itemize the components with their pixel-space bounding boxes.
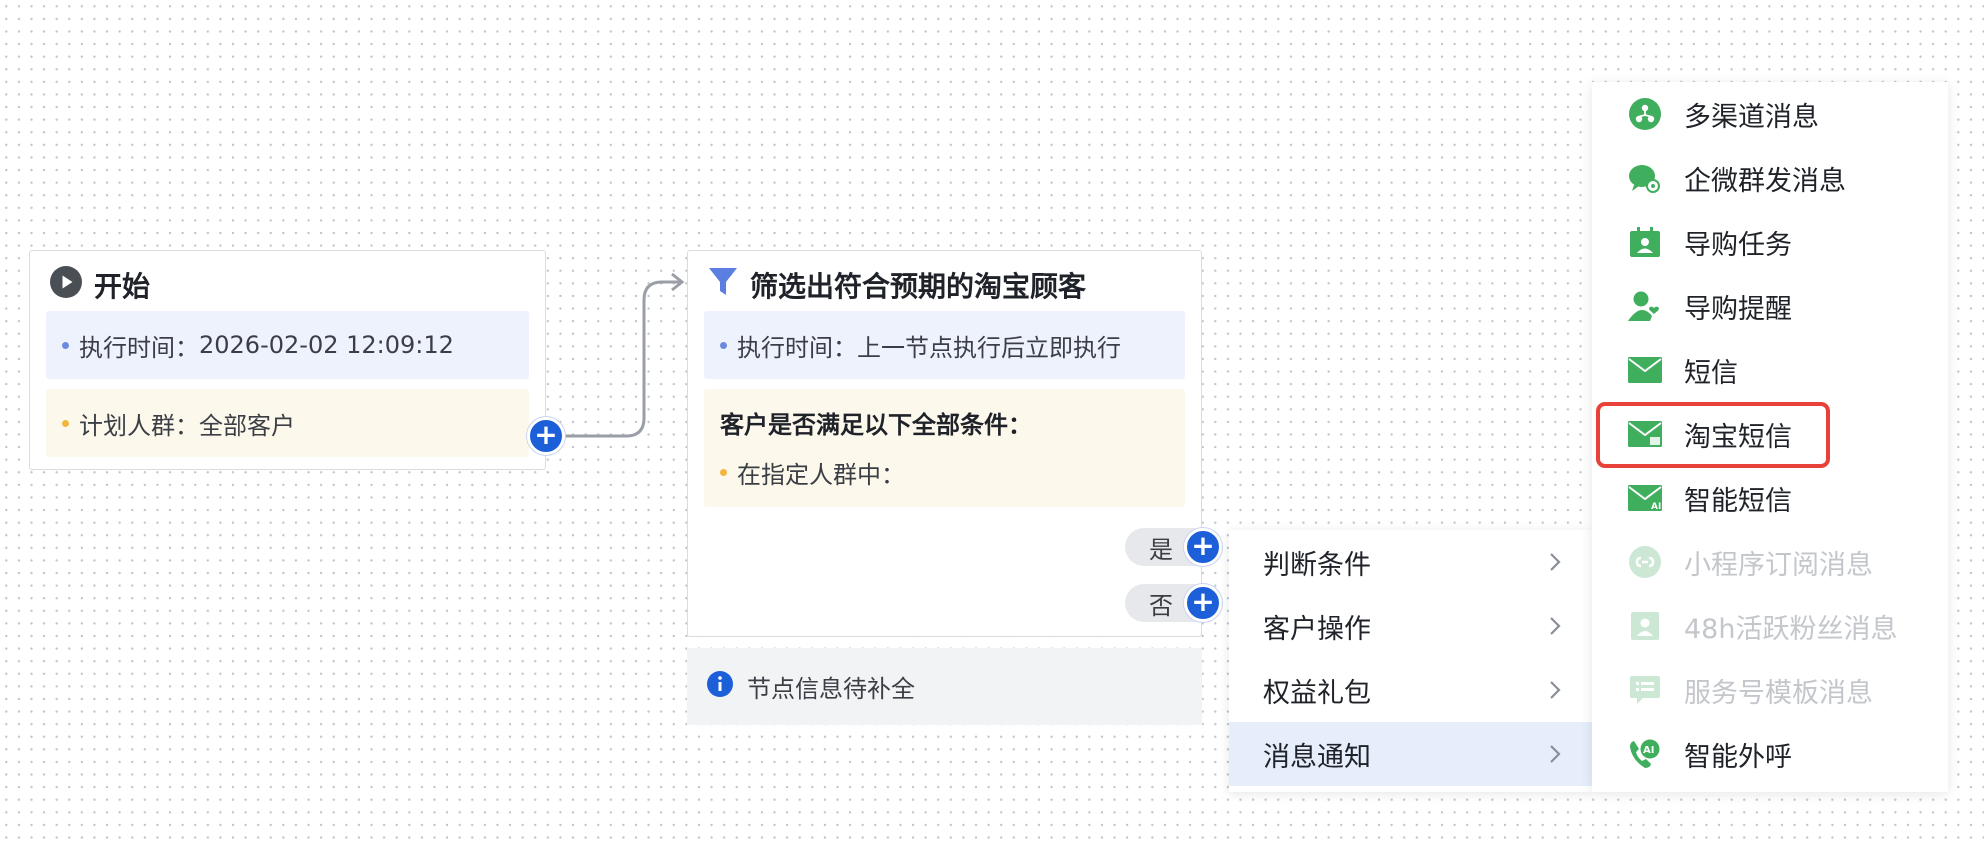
submenu-item-multi-channel[interactable]: 多渠道消息 [1592, 82, 1948, 146]
wecom-chat-icon [1628, 161, 1662, 195]
condition-block: 客户是否满足以下全部条件： 在指定人群中： [704, 389, 1185, 507]
submenu-item-label: 服务号模板消息 [1684, 677, 1873, 709]
filter-exec-time-label: 执行时间： [737, 333, 857, 362]
multi-channel-icon [1628, 97, 1662, 131]
menu-item-message-notify[interactable]: 消息通知 [1229, 722, 1592, 786]
submenu-item-label: 多渠道消息 [1684, 101, 1819, 133]
chevron-right-icon [1550, 745, 1561, 763]
submenu-item-label: 企微群发消息 [1684, 165, 1846, 197]
condition-item-text: 在指定人群中： [737, 461, 905, 489]
submenu-item-guide-reminder[interactable]: 导购提醒 [1592, 274, 1948, 338]
node-info-warning: 节点信息待补全 [687, 648, 1202, 725]
submenu-item-label: 智能外呼 [1684, 741, 1792, 773]
plus-icon: + [1191, 529, 1215, 562]
plus-icon: + [1191, 585, 1215, 618]
submenu-item-label: 导购提醒 [1684, 293, 1792, 325]
funnel-icon [708, 266, 738, 305]
start-add-node-button[interactable]: + [527, 417, 565, 455]
start-audience-row: 计划人群： 全部客户 [46, 389, 529, 457]
submenu-item-wecom-group[interactable]: 企微群发消息 [1592, 146, 1948, 210]
svg-text:AI: AI [1651, 502, 1661, 511]
menu-item-condition[interactable]: 判断条件 [1229, 530, 1592, 594]
submenu-item-sms[interactable]: 短信 [1592, 338, 1948, 402]
start-exec-time-value: 2026-02-02 12:09:12 [199, 331, 454, 359]
condition-item: 在指定人群中： [720, 455, 905, 490]
bullet-dot [62, 341, 69, 349]
branch-no-add-button[interactable]: + [1184, 584, 1222, 622]
submenu-item-label: 淘宝短信 [1684, 421, 1792, 453]
submenu-item-label: 短信 [1684, 357, 1738, 389]
branch-no-label: 否 [1149, 591, 1173, 620]
submenu-item-active-fans: 48h活跃粉丝消息 [1592, 594, 1948, 658]
info-icon [707, 670, 733, 703]
svg-text:AI: AI [1643, 745, 1654, 756]
node-type-menu: 判断条件 客户操作 权益礼包 消息通知 [1229, 530, 1592, 792]
info-text: 节点信息待补全 [747, 675, 915, 703]
bullet-dot [720, 469, 727, 476]
start-exec-time-row: 执行时间： 2026-02-02 12:09:12 [46, 311, 529, 379]
miniprogram-icon [1628, 545, 1662, 579]
filter-node[interactable]: 筛选出符合预期的淘宝顾客 执行时间： 上一节点执行后立即执行 客户是否满足以下全… [687, 250, 1202, 637]
chevron-right-icon [1550, 617, 1561, 635]
menu-item-label: 客户操作 [1263, 613, 1371, 645]
start-exec-time-label: 执行时间： [79, 333, 199, 362]
plus-icon: + [534, 418, 558, 451]
branch-yes-label: 是 [1149, 535, 1173, 564]
submenu-item-label: 小程序订阅消息 [1684, 549, 1873, 581]
submenu-item-ai-call[interactable]: AI 智能外呼 [1592, 722, 1948, 786]
start-node-title: 开始 [50, 265, 150, 305]
chevron-right-icon [1550, 681, 1561, 699]
submenu-item-guide-task[interactable]: 导购任务 [1592, 210, 1948, 274]
filter-exec-time-value: 上一节点执行后立即执行 [857, 333, 1121, 362]
submenu-item-label: 导购任务 [1684, 229, 1792, 261]
submenu-item-label: 智能短信 [1684, 485, 1792, 517]
filter-title-text: 筛选出符合预期的淘宝顾客 [750, 270, 1087, 303]
ai-sms-icon: AI [1628, 481, 1662, 515]
branch-yes-add-button[interactable]: + [1184, 528, 1222, 566]
submenu-item-taobao-sms[interactable]: 淘宝短信 [1592, 402, 1948, 466]
menu-item-benefit-pack[interactable]: 权益礼包 [1229, 658, 1592, 722]
envelope-icon [1628, 353, 1662, 387]
play-icon [50, 265, 82, 305]
start-title-text: 开始 [94, 270, 151, 303]
service-template-icon [1628, 673, 1662, 707]
submenu-item-label: 48h活跃粉丝消息 [1684, 613, 1898, 645]
menu-item-label: 判断条件 [1263, 549, 1371, 581]
guide-task-icon [1628, 225, 1662, 259]
bullet-dot [62, 419, 69, 427]
ai-call-icon: AI [1628, 737, 1662, 771]
menu-item-customer-action[interactable]: 客户操作 [1229, 594, 1592, 658]
start-audience-value: 全部客户 [199, 411, 295, 440]
message-type-submenu: 多渠道消息 企微群发消息 导购任务 导购提醒 短信 淘宝短信 AI 智能短信 小… [1592, 82, 1948, 792]
taobao-sms-icon [1628, 417, 1662, 451]
guide-reminder-icon [1628, 289, 1662, 323]
menu-item-label: 消息通知 [1263, 741, 1371, 773]
bullet-dot [720, 341, 727, 349]
start-audience-label: 计划人群： [79, 411, 199, 440]
filter-exec-time-row: 执行时间： 上一节点执行后立即执行 [704, 311, 1185, 379]
chevron-right-icon [1550, 553, 1561, 571]
condition-heading: 客户是否满足以下全部条件： [720, 411, 1032, 439]
start-node[interactable]: 开始 执行时间： 2026-02-02 12:09:12 计划人群： 全部客户 [29, 250, 546, 470]
flow-canvas[interactable]: 开始 执行时间： 2026-02-02 12:09:12 计划人群： 全部客户 … [0, 0, 1984, 844]
submenu-item-service-template: 服务号模板消息 [1592, 658, 1948, 722]
submenu-item-ai-sms[interactable]: AI 智能短信 [1592, 466, 1948, 530]
menu-item-label: 权益礼包 [1263, 677, 1371, 709]
active-fans-icon [1628, 609, 1662, 643]
submenu-item-miniprogram: 小程序订阅消息 [1592, 530, 1948, 594]
filter-node-title: 筛选出符合预期的淘宝顾客 [708, 265, 1086, 305]
